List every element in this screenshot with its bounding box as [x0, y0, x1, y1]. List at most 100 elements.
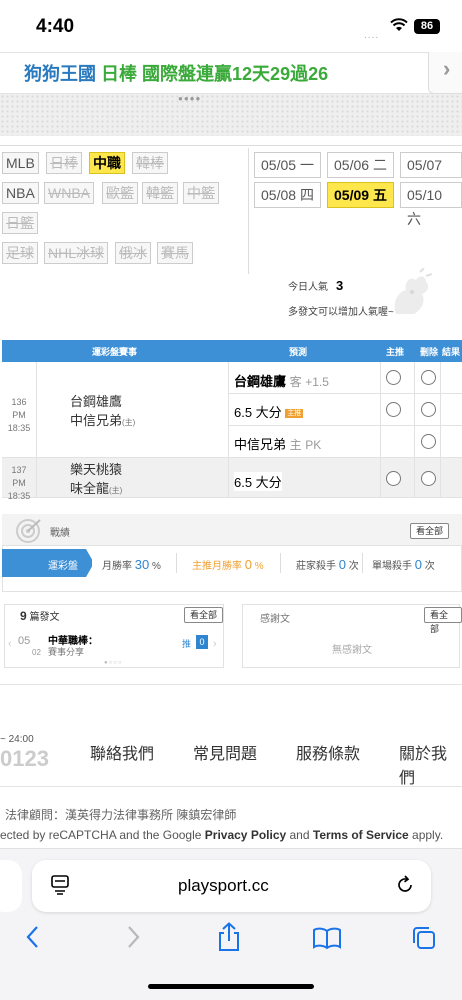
- thanks-empty: 無感謝文: [332, 645, 372, 656]
- league-tag-euro-basketball[interactable]: 歐籃: [102, 182, 138, 204]
- delete-radio[interactable]: [421, 370, 436, 385]
- footer-link-terms[interactable]: 服務條款: [296, 740, 360, 764]
- record-label: 戰績: [50, 528, 70, 539]
- main-pick-radio[interactable]: [386, 402, 401, 417]
- posts-view-all-button[interactable]: 看全部: [184, 607, 224, 623]
- posts-title: 9 篇發文: [20, 609, 60, 623]
- posts-pager-dots[interactable]: ●○○○: [104, 660, 123, 666]
- banner-next-button[interactable]: ›: [428, 52, 462, 94]
- service-phone: 0123: [0, 746, 49, 771]
- signal-icon: ....: [364, 30, 380, 41]
- stat-bookie-killer: 莊家殺手 0 次: [296, 557, 359, 572]
- bookmarks-icon[interactable]: [312, 926, 342, 950]
- post-push-label: 推: [182, 639, 192, 649]
- wifi-icon: [390, 18, 408, 31]
- league-tag-bleague[interactable]: 日籃: [2, 212, 38, 234]
- league-tag-soccer[interactable]: 足球: [2, 242, 38, 264]
- pick-over[interactable]: 6.5 大分: [234, 472, 282, 491]
- main-pick-radio[interactable]: [386, 370, 401, 385]
- delete-radio[interactable]: [421, 471, 436, 486]
- league-tag-khl[interactable]: 俄冰: [115, 242, 151, 264]
- league-tag-nba[interactable]: NBA: [2, 182, 39, 204]
- main-pick-badge: 主推: [285, 409, 304, 418]
- footer-link-faq[interactable]: 常見問題: [193, 740, 257, 764]
- service-hours: ~ 24:00: [0, 734, 34, 745]
- reader-icon[interactable]: [50, 874, 70, 896]
- divider: [280, 553, 281, 573]
- stat-main-win-rate: 主推月勝率 0 %: [192, 557, 264, 572]
- recaptcha-notice: ected by reCAPTCHA and the Google Privac…: [0, 828, 444, 842]
- banner-title-user: 狗狗王國: [24, 64, 96, 84]
- divider: [176, 553, 177, 573]
- footer-link-about[interactable]: 關於我們: [399, 740, 462, 788]
- status-time: 4:40: [36, 16, 75, 37]
- column-header-event: 運彩盤賽事: [92, 347, 138, 357]
- date-tab-0505[interactable]: 05/05 一: [254, 152, 321, 178]
- tab-lottery-line[interactable]: [2, 549, 92, 577]
- banner-title-record: 國際盤連贏12天29過26: [142, 64, 329, 84]
- previous-tab[interactable]: [0, 860, 22, 912]
- divider: [0, 684, 462, 685]
- banner-pager-dots[interactable]: ●●●●: [178, 94, 201, 103]
- date-tab-0510[interactable]: 05/10 六: [400, 182, 462, 227]
- popularity: 今日人氣 3: [288, 278, 344, 293]
- thanks-view-all-button[interactable]: 看全部: [424, 607, 462, 634]
- game-number: 136 PM 18:35: [7, 397, 31, 433]
- main-pick-radio[interactable]: [386, 471, 401, 486]
- share-icon[interactable]: [216, 922, 242, 952]
- league-tag-mlb[interactable]: MLB: [2, 152, 39, 174]
- footer-link-contact[interactable]: 聯絡我們: [90, 740, 154, 764]
- post-push-count: 0: [196, 635, 208, 649]
- league-tag-cpbl[interactable]: 中職: [89, 152, 125, 174]
- delete-radio[interactable]: [421, 434, 436, 449]
- league-tag-kbo[interactable]: 韓棒: [132, 152, 168, 174]
- date-tab-0508[interactable]: 05/08 四: [254, 182, 321, 208]
- tabs-icon[interactable]: [410, 924, 438, 952]
- mascot-illustration: [394, 268, 433, 314]
- divider: [440, 362, 441, 498]
- forward-icon[interactable]: [124, 924, 142, 950]
- date-tab-0507[interactable]: 05/07 三: [400, 152, 462, 197]
- league-tag-npb[interactable]: 日棒: [46, 152, 82, 174]
- home-indicator: [148, 984, 314, 989]
- league-tag-horse-racing[interactable]: 賽馬: [157, 242, 193, 264]
- league-tag-kbl[interactable]: 韓籃: [142, 182, 178, 204]
- privacy-policy-link[interactable]: Privacy Policy: [205, 828, 286, 842]
- back-icon[interactable]: [24, 924, 42, 950]
- divider: [228, 362, 229, 498]
- terms-link[interactable]: Terms of Service: [313, 828, 409, 842]
- chevron-right-icon[interactable]: ›: [213, 638, 217, 650]
- pick-away[interactable]: 台鋼雄鷹 客 +1.5: [234, 371, 329, 390]
- post-subtitle: 賽事分享: [48, 647, 85, 657]
- legal-advisor: 法律顧問：漢英得力法律事務所 陳鎮宏律師: [5, 808, 237, 822]
- stat-monthly-win-rate: 月勝率 30 %: [102, 557, 161, 572]
- league-tag-nhl[interactable]: NHL冰球: [44, 242, 109, 264]
- divider: [414, 362, 415, 498]
- pick-over[interactable]: 6.5 大分 主推: [234, 402, 304, 421]
- delete-radio[interactable]: [421, 402, 436, 417]
- column-header-main: 主推: [386, 347, 405, 357]
- divider: [380, 362, 381, 498]
- column-header-delete: 刪除: [420, 347, 439, 357]
- pick-home[interactable]: 中信兄弟 主 PK: [234, 434, 321, 453]
- battery-icon: 86: [414, 19, 440, 34]
- divider: [0, 136, 462, 146]
- game-number: 137 PM 18:35: [7, 465, 31, 501]
- league-tag-cba[interactable]: 中籃: [183, 182, 219, 204]
- league-tag-wnba[interactable]: WNBA: [44, 182, 94, 204]
- date-tab-0506[interactable]: 05/06 二: [327, 152, 394, 178]
- divider: [248, 148, 249, 274]
- record-view-all-button[interactable]: 看全部: [410, 523, 450, 539]
- game-teams: 台鋼雄鷹 中信兄弟(主): [70, 394, 136, 428]
- chevron-left-icon[interactable]: ‹: [8, 638, 12, 650]
- tab-lottery-line-label: 運彩盤: [48, 561, 78, 572]
- post-date: 05: [18, 635, 31, 647]
- chevron-right-icon: ›: [443, 56, 451, 81]
- banner-title[interactable]: 狗狗王國 日棒 國際盤連贏12天29過26: [24, 60, 328, 86]
- date-tab-0509[interactable]: 05/09 五: [327, 182, 394, 208]
- post-date-day: 02: [32, 648, 41, 657]
- popularity-hint: 多發文可以增加人氣喔~: [288, 307, 394, 318]
- reload-icon[interactable]: [394, 874, 416, 896]
- column-header-predict: 預測: [289, 347, 308, 357]
- url-text[interactable]: playsport.cc: [178, 876, 269, 896]
